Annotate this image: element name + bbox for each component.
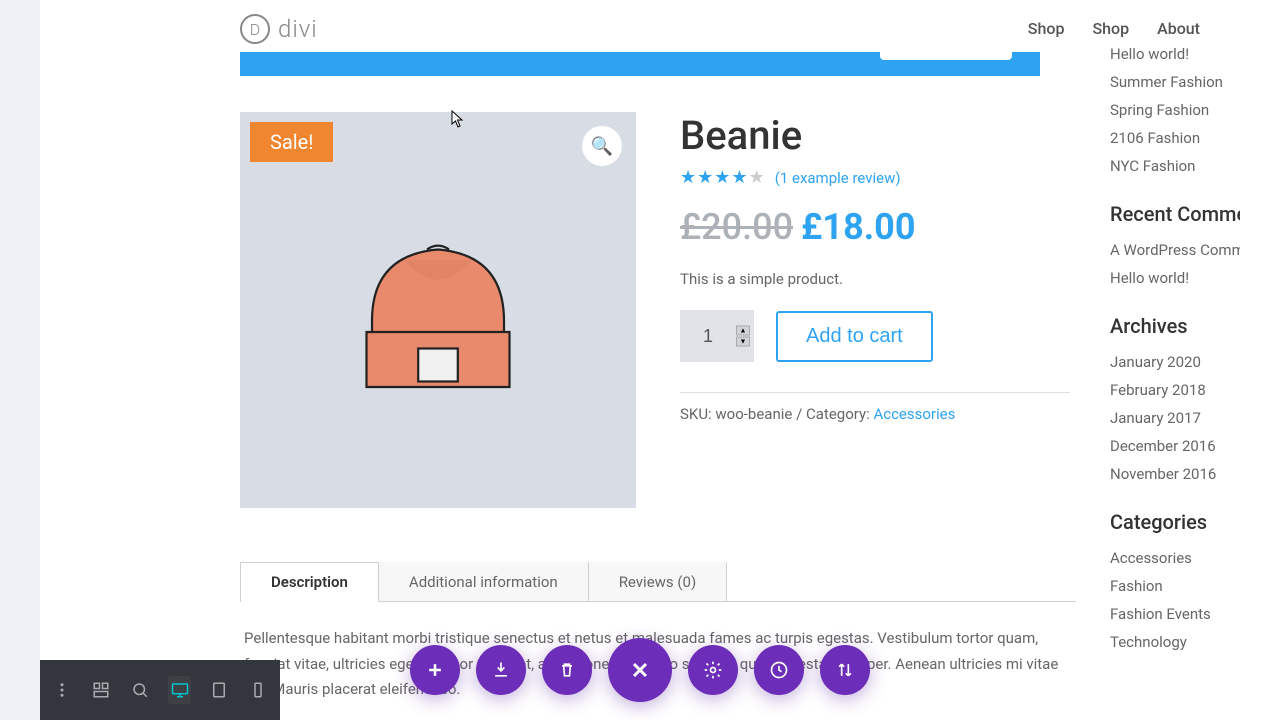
list-item[interactable]: November 2016 [1110, 460, 1240, 488]
list-item[interactable]: Technology [1110, 628, 1240, 656]
star-icon: ★ [714, 167, 730, 188]
site-logo[interactable]: D divi [240, 14, 318, 44]
star-icon: ★ [749, 167, 765, 188]
star-rating: ★ ★ ★ ★ ★ [680, 167, 765, 188]
list-item[interactable]: NYC Fashion [1110, 152, 1240, 180]
delete-button[interactable] [542, 645, 592, 695]
list-item[interactable]: Hello world! [1110, 40, 1240, 68]
list-item[interactable]: 2106 Fashion [1110, 124, 1240, 152]
product-main: Sale! 🔍 Beanie ★ ★ ★ ★ ★ (1 ex [40, 80, 1240, 508]
sku-value: woo-beanie [715, 405, 792, 423]
qty-down-icon[interactable]: ▼ [736, 337, 750, 347]
add-to-cart-button[interactable]: Add to cart [776, 311, 933, 362]
reviews-link[interactable]: (1 example review) [775, 169, 901, 187]
sidebar-heading-archives: Archives [1110, 314, 1240, 338]
list-item[interactable]: Fashion [1110, 572, 1240, 600]
nav-about[interactable]: About [1157, 19, 1200, 38]
mobile-view-icon[interactable] [247, 676, 270, 704]
editor-floating-toolbar [410, 638, 870, 702]
tab-header: Description Additional information Revie… [240, 562, 1076, 602]
product-title: Beanie [680, 112, 1070, 159]
star-icon: ★ [731, 167, 747, 188]
category-link[interactable]: Accessories [873, 405, 955, 423]
site-header: D divi Shop Shop About [40, 0, 1240, 56]
old-price: £20.00 [680, 206, 793, 248]
quantity-spinner: ▲ ▼ [736, 326, 750, 347]
portability-button[interactable] [820, 645, 870, 695]
quantity-stepper[interactable]: ▲ ▼ [680, 310, 754, 362]
divider [680, 392, 1070, 393]
current-price: £18.00 [801, 206, 915, 248]
product-info: Beanie ★ ★ ★ ★ ★ (1 example review) £20.… [680, 112, 1070, 508]
star-icon: ★ [680, 167, 696, 188]
sidebar: Hello world! Summer Fashion Spring Fashi… [1110, 40, 1240, 678]
list-item[interactable]: Hello world! [1110, 264, 1240, 292]
notice-banner [240, 52, 1040, 76]
content-area: D divi Shop Shop About Sale! 🔍 Beanie [40, 0, 1240, 720]
list-item[interactable]: January 2020 [1110, 348, 1240, 376]
logo-mark: D [240, 14, 270, 44]
list-item[interactable]: Fashion Events [1110, 600, 1240, 628]
save-button[interactable] [476, 645, 526, 695]
product-meta: SKU: woo-beanie / Category: Accessories [680, 405, 1070, 423]
list-item[interactable]: Summer Fashion [1110, 68, 1240, 96]
tab-additional-info[interactable]: Additional information [378, 562, 589, 601]
sidebar-heading-categories: Categories [1110, 510, 1240, 534]
price: £20.00 £18.00 [680, 206, 1070, 248]
wireframe-icon[interactable] [89, 676, 112, 704]
product-image[interactable] [328, 200, 548, 420]
list-item[interactable]: A WordPress Commenter on [1110, 236, 1240, 264]
list-item[interactable]: February 2018 [1110, 376, 1240, 404]
qty-up-icon[interactable]: ▲ [736, 326, 750, 336]
editor-side-panel [0, 0, 40, 720]
add-button[interactable] [410, 645, 460, 695]
zoom-icon[interactable] [129, 676, 152, 704]
add-to-cart-form: ▲ ▼ Add to cart [680, 310, 1070, 362]
meta-separator: / [792, 405, 806, 423]
list-item[interactable]: December 2016 [1110, 432, 1240, 460]
category-label: Category: [806, 405, 873, 423]
product-gallery: Sale! 🔍 [240, 112, 636, 508]
list-item[interactable]: January 2017 [1110, 404, 1240, 432]
list-item[interactable]: Spring Fashion [1110, 96, 1240, 124]
history-button[interactable] [754, 645, 804, 695]
zoom-icon[interactable]: 🔍 [582, 126, 622, 166]
banner-button[interactable] [880, 18, 1012, 60]
nav-shop[interactable]: Shop [1028, 19, 1065, 38]
editor-bottom-bar [40, 660, 280, 720]
list-item[interactable]: Accessories [1110, 544, 1240, 572]
rating-row: ★ ★ ★ ★ ★ (1 example review) [680, 167, 1070, 188]
tab-reviews[interactable]: Reviews (0) [588, 562, 728, 601]
tablet-view-icon[interactable] [207, 676, 230, 704]
nav-shop-2[interactable]: Shop [1092, 19, 1129, 38]
logo-text: divi [278, 15, 318, 43]
desktop-view-icon[interactable] [168, 676, 191, 704]
star-icon: ★ [697, 167, 713, 188]
sidebar-heading-comments: Recent Comments [1110, 202, 1240, 226]
short-description: This is a simple product. [680, 270, 1070, 288]
tab-description[interactable]: Description [240, 562, 379, 601]
settings-button[interactable] [688, 645, 738, 695]
sale-badge: Sale! [250, 122, 333, 162]
close-editor-button[interactable] [608, 638, 672, 702]
primary-nav: Shop Shop About [1028, 19, 1200, 38]
sku-label: SKU: [680, 405, 715, 423]
menu-icon[interactable] [50, 676, 73, 704]
